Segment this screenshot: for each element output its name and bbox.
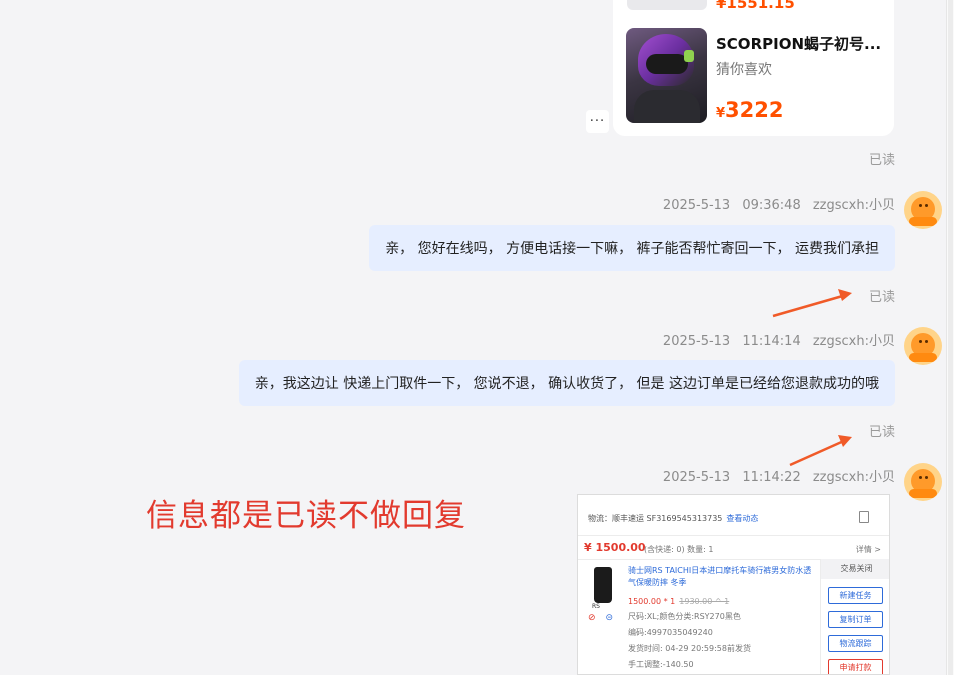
message-sender: zzgscxh:小贝 — [812, 334, 895, 349]
apply-payment-button: 申请打款 — [828, 659, 883, 674]
message-sender: zzgscxh:小贝 — [812, 198, 895, 213]
code-info: 编码:4997035049240 — [628, 628, 713, 637]
previous-product-thumbnail — [627, 0, 707, 10]
message-time: 2025-5-13 11:14:14 — [662, 334, 801, 349]
sender-avatar[interactable] — [904, 327, 942, 365]
message-time: 2025-5-13 11:14:22 — [662, 470, 801, 485]
order-product-title: 骑士网RS TAICHI日本进口摩托车骑行裤男女防水透气保暖防摔 冬季 — [628, 566, 812, 587]
avatar-eye — [925, 340, 928, 343]
product-card[interactable]: ¥1551.15 SCORPION蝎子初号... 猜你喜欢 ¥3222 — [613, 0, 894, 136]
price-value: 3222 — [725, 98, 784, 122]
pants-label: RS — [592, 603, 600, 610]
detail-link: 详情 > — [855, 545, 881, 554]
arrow-icon — [772, 289, 852, 318]
rider-body — [634, 90, 700, 123]
read-status: 已读 — [868, 290, 895, 305]
sku-info: 尺码:XL;颜色分类:RSY270黑色 — [628, 612, 741, 621]
read-status: 已读 — [868, 425, 895, 440]
order-amount: ¥ 1500.00 — [584, 541, 646, 554]
more-options-button[interactable]: ··· — [586, 110, 609, 133]
helmet-visor — [646, 54, 688, 74]
ship-time-info: 发货时间: 04-29 20:59:58前发货 — [628, 644, 751, 653]
copy-order-button: 复制订单 — [828, 611, 883, 628]
scrollbar-thumb[interactable] — [948, 0, 953, 675]
avatar-eye — [925, 476, 928, 479]
sku-icons: ⊘ ⊝ — [588, 613, 613, 623]
avatar-hands — [909, 489, 937, 498]
helmet-accent — [684, 50, 694, 62]
price-currency: ¥ — [716, 106, 726, 121]
message-bubble[interactable]: 亲，我这边让 快递上门取件一下， 您说不退， 确认收货了， 但是 这边订单是已经… — [238, 360, 895, 406]
logistics-info: 物流：顺丰速运 SF3169545313735 — [588, 514, 723, 523]
message-bubble[interactable]: 亲， 您好在线吗， 方便电话接一下嘛， 裤子能否帮忙寄回一下， 运费我们承担 — [369, 225, 895, 271]
message-sender: zzgscxh:小贝 — [812, 470, 895, 485]
message-time: 2025-5-13 09:36:48 — [662, 198, 801, 213]
manual-adjust-info: 手工调整:-140.50 — [628, 660, 694, 669]
order-status-header: 交易关闭 — [821, 559, 889, 579]
arrow-icon — [789, 435, 852, 467]
product-image[interactable] — [626, 28, 707, 123]
document-icon — [859, 511, 869, 523]
avatar-hands — [909, 353, 937, 362]
read-status: 已读 — [868, 153, 895, 168]
message-meta: 2025-5-13 09:36:48 zzgscxh:小贝 — [663, 194, 895, 213]
sender-avatar[interactable] — [904, 463, 942, 501]
track-logistics-button: 物流跟踪 — [828, 635, 883, 652]
order-screenshot-image[interactable]: 物流：顺丰速运 SF3169545313735 查看动态 ¥ 1500.00 (含… — [577, 494, 890, 675]
logistics-row: 物流：顺丰速运 SF3169545313735 查看动态 — [588, 513, 758, 524]
avatar-eye — [925, 204, 928, 207]
tag-icon: ⊝ — [605, 613, 614, 623]
avatar-eye — [919, 476, 922, 479]
product-unit-price: 1500.00 * 1 — [628, 597, 676, 606]
avatar-hands — [909, 217, 937, 226]
sender-avatar[interactable] — [904, 191, 942, 229]
message-meta: 2025-5-13 11:14:22 zzgscxh:小贝 — [663, 466, 895, 485]
pants-image — [594, 567, 612, 603]
order-amount-meta: (含快递: 0) 数量: 1 — [644, 545, 714, 554]
previous-product-price: ¥1551.15 — [716, 0, 795, 12]
track-link: 查看动态 — [726, 514, 759, 523]
product-price: ¥3222 — [716, 98, 784, 122]
product-subtitle: 猜你喜欢 — [716, 62, 772, 78]
avatar-eye — [919, 340, 922, 343]
avatar-eye — [919, 204, 922, 207]
scrollbar[interactable] — [946, 0, 954, 675]
annotation-text: 信息都是已读不做回复 — [146, 498, 466, 534]
message-meta: 2025-5-13 11:14:14 zzgscxh:小贝 — [663, 330, 895, 349]
product-title[interactable]: SCORPION蝎子初号... — [716, 33, 881, 54]
prohibited-icon: ⊘ — [588, 613, 596, 623]
order-product-price: 1500.00 * 1 1930.00 ^ 1 — [628, 597, 729, 606]
divider — [578, 535, 889, 536]
new-task-button: 新建任务 — [828, 587, 883, 604]
order-side-panel: 交易关闭 新建任务 复制订单 物流跟踪 申请打款 — [820, 559, 889, 674]
product-original-price: 1930.00 ^ 1 — [679, 597, 730, 606]
